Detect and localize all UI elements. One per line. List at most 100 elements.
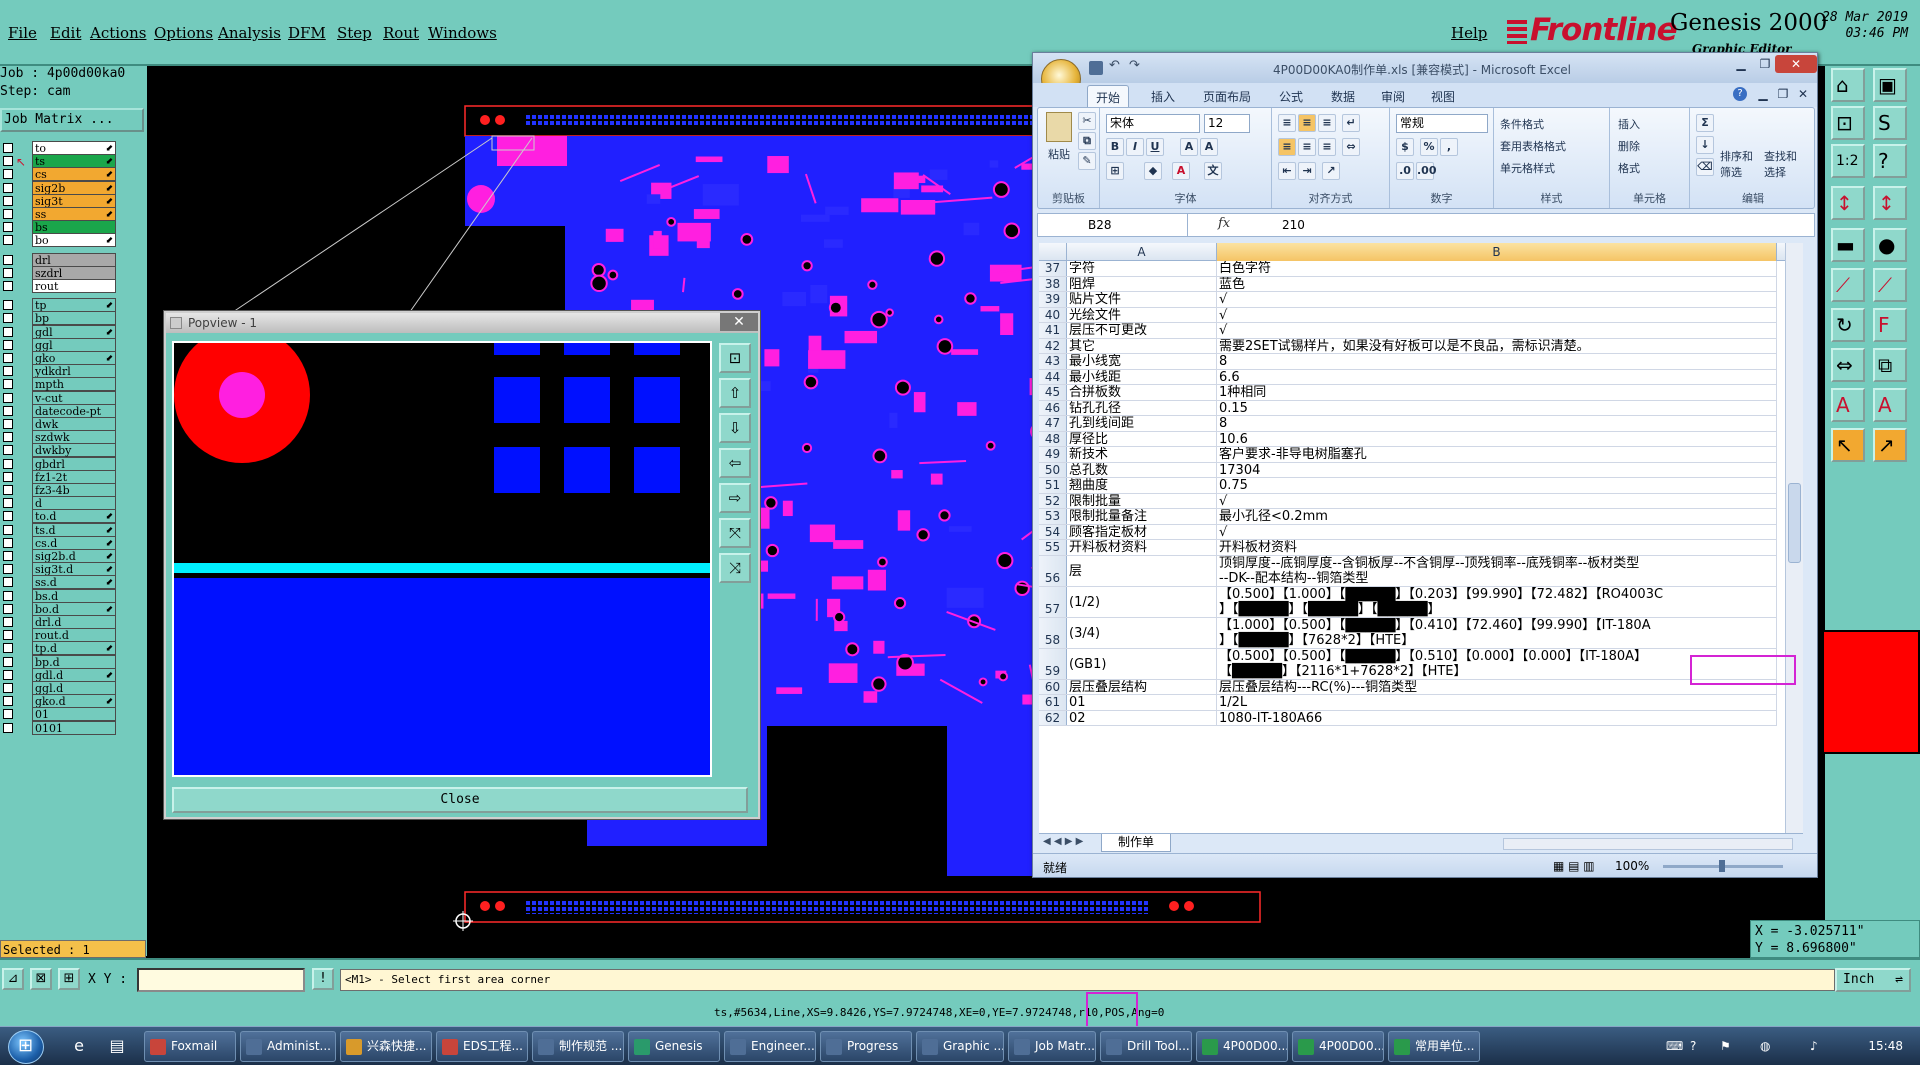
layer-checkbox[interactable] (3, 419, 13, 429)
layer-name[interactable]: rout (32, 279, 116, 293)
layer-checkbox[interactable] (3, 300, 13, 311)
layer-name[interactable]: drl (32, 252, 116, 267)
cell-b[interactable]: 1种相同 (1217, 385, 1777, 400)
layer-checkbox[interactable] (3, 267, 13, 278)
format-cells-button[interactable]: 格式 (1618, 160, 1640, 176)
popview-pan-left-button[interactable]: ⇦ (719, 448, 751, 478)
align-right-icon[interactable]: ≡ (1318, 138, 1336, 156)
minimize-icon[interactable]: ▁ (1729, 55, 1753, 73)
ratio-tool-button[interactable]: 1:2 (1831, 144, 1865, 178)
indent-decrease-icon[interactable]: ⇤ (1278, 162, 1296, 180)
cell-a[interactable]: 开料板材资料 (1067, 540, 1217, 555)
popview-pan-up-button[interactable]: ⇧ (719, 378, 751, 408)
taskbar-item[interactable]: 常用单位... (1388, 1031, 1480, 1062)
popview-pan-right-button[interactable]: ⇨ (719, 483, 751, 513)
layer-name[interactable]: d (32, 496, 116, 511)
layer-checkbox[interactable] (3, 669, 13, 680)
number-format-select[interactable]: 常规 (1396, 114, 1488, 133)
font-size-select[interactable]: 12 (1204, 114, 1250, 133)
layer-name[interactable]: to.d ⬋ (32, 509, 116, 524)
layer-checkbox[interactable] (3, 143, 13, 153)
layer-row-bo.d[interactable]: bo.d ⬋ (0, 601, 118, 616)
bold-icon[interactable]: B (1106, 138, 1124, 156)
measure-tool-button[interactable]: ↕ (1831, 186, 1865, 220)
cell-a[interactable]: (3/4) (1067, 617, 1217, 648)
pad-tool-button[interactable]: ▬ (1831, 228, 1865, 262)
cell-b[interactable]: √ (1217, 493, 1777, 508)
taskbar-item[interactable]: 4P00D00... (1292, 1031, 1384, 1062)
snap-center-button[interactable]: ⊞ (58, 968, 80, 990)
layer-row-fz3-4b[interactable]: fz3-4b (0, 483, 118, 497)
taskbar-item[interactable]: Progress (820, 1031, 912, 1062)
layer-row-bs[interactable]: bs (0, 220, 118, 235)
cell-a[interactable]: 01 (1067, 695, 1217, 710)
row-header[interactable]: 42 (1039, 338, 1067, 353)
layer-name[interactable]: cs ⬋ (32, 167, 116, 182)
layer-name[interactable]: ss.d ⬋ (32, 575, 116, 590)
layer-name[interactable]: tp.d ⬋ (32, 641, 116, 656)
layer-name[interactable]: tp ⬋ (32, 298, 116, 313)
fill-color-icon[interactable]: ◆ (1144, 162, 1162, 180)
layer-checkbox[interactable] (3, 656, 13, 667)
layer-row-tp.d[interactable]: tp.d ⬋ (0, 641, 118, 656)
row-header[interactable]: 50 (1039, 462, 1067, 477)
layer-row-sig2b[interactable]: sig2b ⬋ (0, 180, 118, 195)
layer-row-datecode-pt[interactable]: datecode-pt (0, 403, 118, 418)
font-name-select[interactable]: 宋体 (1106, 114, 1200, 133)
layer-checkbox[interactable] (3, 603, 13, 614)
phonetic-icon[interactable]: 文 (1204, 162, 1222, 180)
popview-zoom-out-button[interactable]: ⤨ (719, 553, 751, 583)
taskbar-item[interactable]: Drill Tool... (1100, 1031, 1192, 1062)
tab-formulas[interactable]: 公式 (1279, 88, 1303, 105)
layer-checkbox[interactable] (3, 432, 13, 443)
fx-icon[interactable]: fx (1218, 216, 1230, 231)
layer-checkbox[interactable] (3, 169, 13, 180)
job-matrix-button[interactable]: Job Matrix ... (0, 108, 144, 132)
measure2-tool-button[interactable]: ↕ (1873, 186, 1907, 220)
cell-a[interactable]: 字符 (1067, 261, 1217, 276)
row-header[interactable]: 48 (1039, 431, 1067, 446)
cell-b[interactable]: 1080-IT-180A66 (1217, 710, 1777, 725)
row-header[interactable]: 41 (1039, 323, 1067, 338)
layer-name[interactable]: cs.d ⬋ (32, 535, 116, 550)
cell-b[interactable]: 6.6 (1217, 369, 1777, 384)
layer-name[interactable]: bp (32, 311, 116, 326)
layer-name[interactable]: 01 (32, 707, 116, 722)
decrease-decimal-icon[interactable]: .00 (1416, 162, 1437, 180)
select-tool-button[interactable]: ↖ (1831, 428, 1865, 462)
delete-cells-button[interactable]: 删除 (1618, 138, 1640, 154)
excel-titlebar[interactable]: ↶ ↷ 4P00D00KA0制作单.xls [兼容模式] - Microsoft… (1033, 53, 1817, 83)
horizontal-scrollbar[interactable] (1503, 838, 1793, 850)
layer-name[interactable]: ggl.d (32, 681, 116, 695)
cell-a[interactable]: 总孔数 (1067, 462, 1217, 477)
xy-input[interactable] (137, 968, 305, 992)
layer-checkbox[interactable] (3, 281, 13, 291)
cell-b[interactable]: 蓝色 (1217, 276, 1777, 291)
layer-row-mpth[interactable]: mpth (0, 377, 118, 392)
row-header[interactable]: 45 (1039, 385, 1067, 400)
layer-checkbox[interactable] (3, 222, 13, 233)
layer-row-to[interactable]: to ⬋ (0, 141, 118, 155)
flag-icon[interactable]: ⚑ (1720, 1039, 1731, 1053)
layer-name[interactable]: bp.d (32, 654, 116, 669)
layer-checkbox[interactable] (3, 524, 13, 535)
cell-a[interactable]: 其它 (1067, 338, 1217, 353)
menu-dfm[interactable]: DFM (288, 24, 326, 42)
layer-row-ts.d[interactable]: ts.d ⬋ (0, 522, 118, 537)
view-normal-icon[interactable]: ▦ ▤ ▥ (1553, 859, 1595, 873)
scroll-thumb[interactable] (1788, 483, 1801, 563)
layer-checkbox[interactable] (3, 195, 13, 206)
layer-row-ggl[interactable]: ggl (0, 337, 118, 352)
italic-icon[interactable]: I (1126, 138, 1144, 156)
menu-file[interactable]: File (8, 24, 37, 42)
unit-selector[interactable]: Inch ⇌ (1835, 968, 1911, 992)
cell-a[interactable]: 限制批量备注 (1067, 509, 1217, 524)
layer-checkbox[interactable] (3, 392, 13, 403)
layer-name[interactable]: fz1-2t (32, 469, 116, 484)
cell-b[interactable]: 最小孔径<0.2mm (1217, 509, 1777, 524)
dot-tool-button[interactable]: ● (1873, 228, 1907, 262)
layer-row-gdl[interactable]: gdl ⬋ (0, 324, 118, 339)
percent-icon[interactable]: % (1420, 138, 1438, 156)
cell-a[interactable]: 光绘文件 (1067, 307, 1217, 322)
layer-name[interactable]: 0101 (32, 720, 116, 735)
